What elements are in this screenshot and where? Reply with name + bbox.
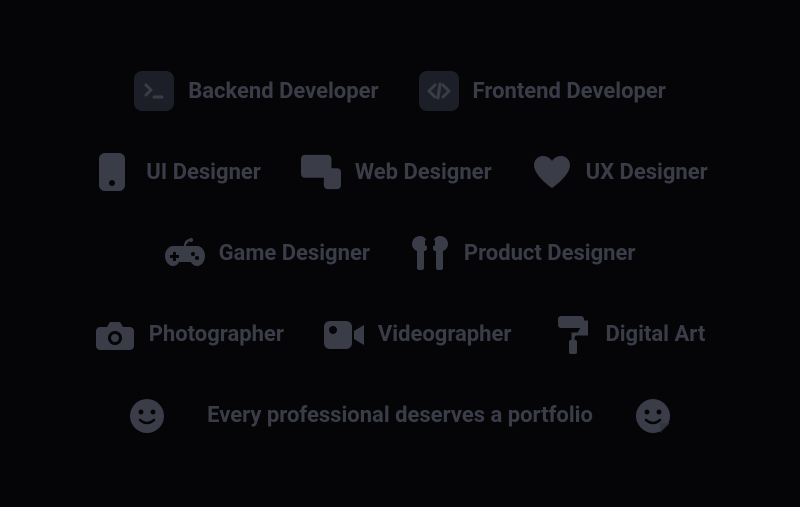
airpods-icon	[410, 233, 450, 273]
paint-roller-icon	[551, 315, 591, 355]
chip-label: Photographer	[149, 322, 284, 347]
chip-label: Backend Developer	[188, 79, 378, 104]
chip-backend-developer: Backend Developer	[134, 71, 378, 111]
role-row-1: Backend Developer Frontend Developer	[0, 71, 800, 111]
chip-label: Videographer	[378, 322, 512, 347]
chip-frontend-developer: Frontend Developer	[419, 71, 666, 111]
chip-product-designer: Product Designer	[410, 233, 636, 273]
chip-label: UI Designer	[146, 160, 261, 185]
sticker-smiley-icon	[633, 396, 673, 436]
role-row-3: Game Designer Product Designer	[0, 233, 800, 273]
chip-game-designer: Game Designer	[165, 233, 370, 273]
chip-label: UX Designer	[586, 160, 708, 185]
gamepad-icon	[165, 233, 205, 273]
chip-label: Frontend Developer	[473, 79, 666, 104]
chip-label: Product Designer	[464, 241, 636, 266]
chip-digital-art: Digital Art	[551, 315, 705, 355]
heart-icon	[532, 152, 572, 192]
tagline-row: Every professional deserves a portfolio	[0, 396, 800, 436]
video-camera-icon	[324, 315, 364, 355]
devices-icon	[301, 152, 341, 192]
role-row-2: UI Designer Web Designer UX Designer	[0, 152, 800, 192]
chip-photographer: Photographer	[95, 315, 284, 355]
code-icon	[419, 71, 459, 111]
phone-icon	[92, 152, 132, 192]
chip-web-designer: Web Designer	[301, 152, 492, 192]
chip-ux-designer: UX Designer	[532, 152, 708, 192]
chip-label: Web Designer	[355, 160, 492, 185]
chip-label: Game Designer	[219, 241, 370, 266]
chip-videographer: Videographer	[324, 315, 512, 355]
chip-ui-designer: UI Designer	[92, 152, 261, 192]
chip-label: Digital Art	[605, 322, 705, 347]
terminal-icon	[134, 71, 174, 111]
camera-icon	[95, 315, 135, 355]
role-row-4: Photographer Videographer Digital Art	[0, 315, 800, 355]
smiley-icon	[127, 396, 167, 436]
tagline-text: Every professional deserves a portfolio	[207, 403, 593, 428]
